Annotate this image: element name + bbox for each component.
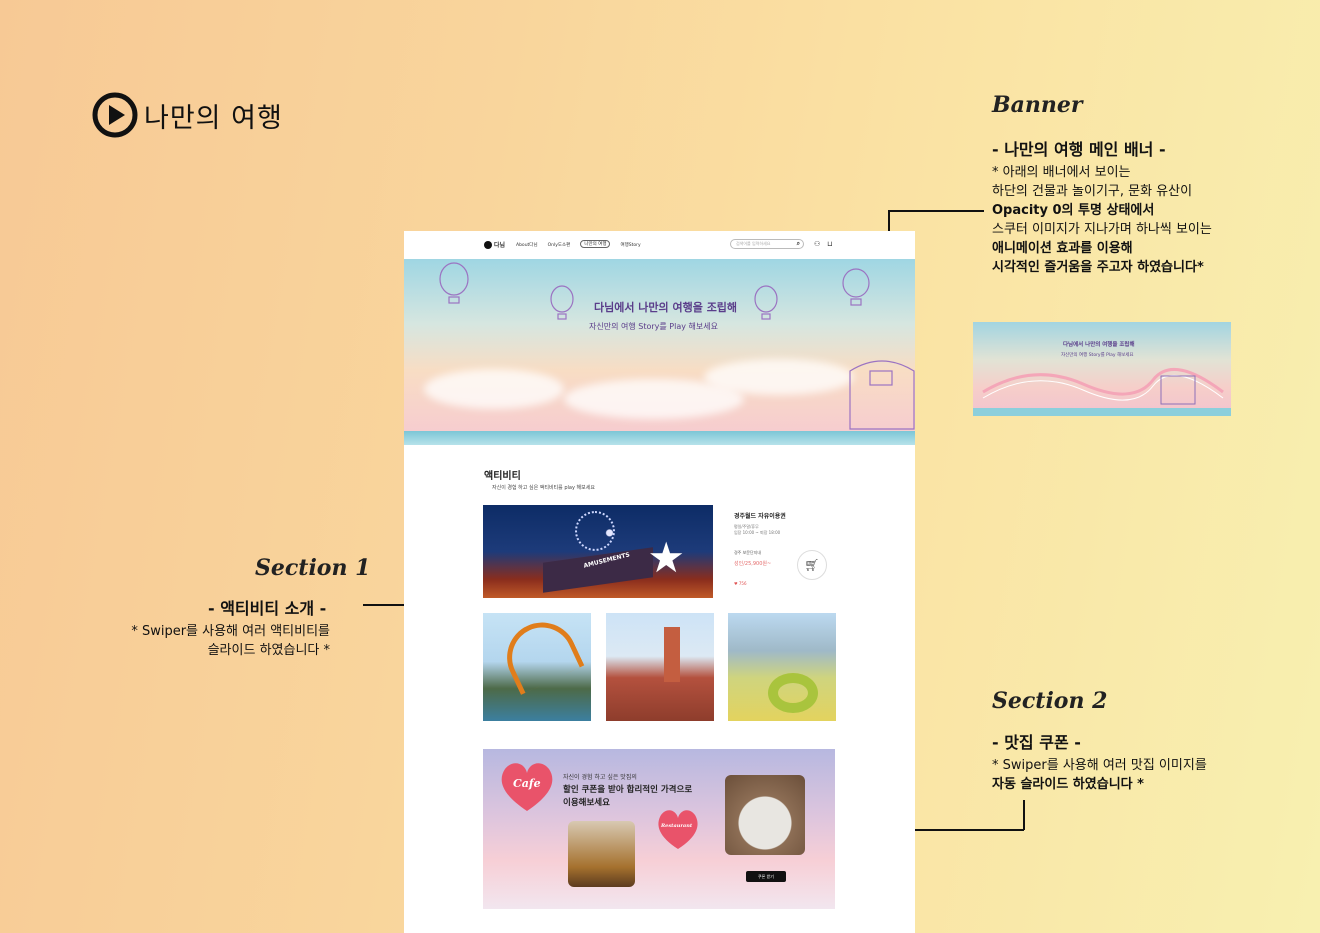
- coupon-description: 자신이 경험 하고 싶은 맛집의 할인 쿠폰을 받아 합리적인 가격으로 이용해…: [563, 774, 693, 808]
- mock-menu-about[interactable]: About다님: [516, 242, 538, 248]
- banner-script-label: Banner: [992, 92, 1083, 118]
- banner-preview-line1: 다님에서 나만의 여행을 조립해: [1063, 342, 1135, 348]
- section2-script-label: Section 2: [992, 688, 1108, 714]
- mock-menu-my-trip[interactable]: 나만의 여행: [580, 240, 611, 248]
- play-logo-icon: [484, 240, 492, 249]
- restaurant-label: Restaurant: [661, 823, 693, 829]
- cart-icon: 🛒︎: [804, 558, 820, 572]
- activity-thumb-castle[interactable]: [606, 613, 714, 721]
- get-coupon-button[interactable]: 쿠폰 받기: [746, 871, 786, 882]
- activity-thumb-waterpark[interactable]: [728, 613, 836, 721]
- activity-subtitle: 자신이 경험 하고 싶은 액티비티를 play 해보세요: [492, 485, 595, 491]
- mock-search-input[interactable]: 검색어를 입력하세요 ⌕: [730, 239, 804, 249]
- website-mockup: 다님 About다님 Only도소편 나만의 여행 여행Story 검색어를 입…: [404, 231, 915, 933]
- section1-annotation-text: * Swiper를 사용해 여러 액티비티를 슬라이드 하였습니다 *: [131, 624, 330, 658]
- section1-annotation-heading: - 액티비티 소개 -: [208, 599, 327, 618]
- section1-script-label: Section 1: [255, 555, 371, 581]
- play-logo-icon: [92, 92, 138, 138]
- restaurant-heart-balloon-icon: [658, 810, 698, 849]
- activity-likes[interactable]: ♥ 756: [734, 581, 834, 586]
- search-icon[interactable]: ⌕: [797, 240, 800, 248]
- restaurant-photo[interactable]: [725, 775, 805, 855]
- banner-annotation-text: * 아래의 배너에서 보이는 하단의 건물과 놀이기구, 문화 유산이 Opac…: [992, 165, 1212, 275]
- balloon-illustrations: [439, 262, 915, 430]
- coupon-section: Cafe 자신이 경험 하고 싶은 맛집의 할인 쿠폰을 받아 합리적인 가격으…: [483, 749, 835, 909]
- add-to-cart-button[interactable]: 🛒︎: [797, 550, 827, 580]
- banner-preview-line2: 자신만의 여행 Story를 Play 해보세요: [1061, 353, 1134, 358]
- cafe-label: Cafe: [513, 777, 541, 790]
- page-header: 나만의 여행: [92, 92, 283, 138]
- section2-annotation-text: * Swiper를 사용해 여러 맛집 이미지를 자동 슬라이드 하였습니다 *: [992, 758, 1207, 792]
- user-icon[interactable]: ⚇: [814, 240, 820, 248]
- page-title: 나만의 여행: [144, 102, 283, 134]
- mock-logo[interactable]: 다님: [484, 240, 505, 249]
- mock-main-banner: 다님에서 나만의 여행을 조립해 자신만의 여행 Story를 Play 해보세…: [404, 259, 915, 445]
- activity-thumb-coaster[interactable]: [483, 611, 591, 721]
- banner-headline: 다님에서 나만의 여행을 조립해: [594, 301, 738, 314]
- cafe-photo[interactable]: [568, 821, 635, 887]
- cart-icon[interactable]: ⊔: [827, 240, 832, 248]
- mock-menu-story[interactable]: 여행Story: [620, 242, 640, 248]
- section2-annotation-heading: - 맛집 쿠폰 -: [992, 733, 1081, 752]
- mock-menu-only[interactable]: Only도소편: [548, 242, 571, 248]
- banner-annotation-heading: - 나만의 여행 메인 배너 -: [992, 140, 1166, 159]
- mock-nav-bar: 다님 About다님 Only도소편 나만의 여행 여행Story 검색어를 입…: [404, 231, 915, 259]
- star-icon: ★: [647, 533, 685, 582]
- activity-hero-image[interactable]: AMUSEMENTS ★: [483, 505, 713, 598]
- activity-title: 액티비티: [484, 471, 521, 482]
- activity-name: 경주월드 자유이용권: [734, 513, 786, 520]
- roller-coaster-illustration: [982, 367, 1224, 405]
- banner-preview-image: 다님에서 나만의 여행을 조립해 자신만의 여행 Story를 Play 해보세…: [973, 322, 1231, 416]
- banner-subline: 자신만의 여행 Story를 Play 해보세요: [589, 322, 718, 331]
- activity-hours: 입장 10:00 ~ 퇴장 18:00: [734, 530, 781, 535]
